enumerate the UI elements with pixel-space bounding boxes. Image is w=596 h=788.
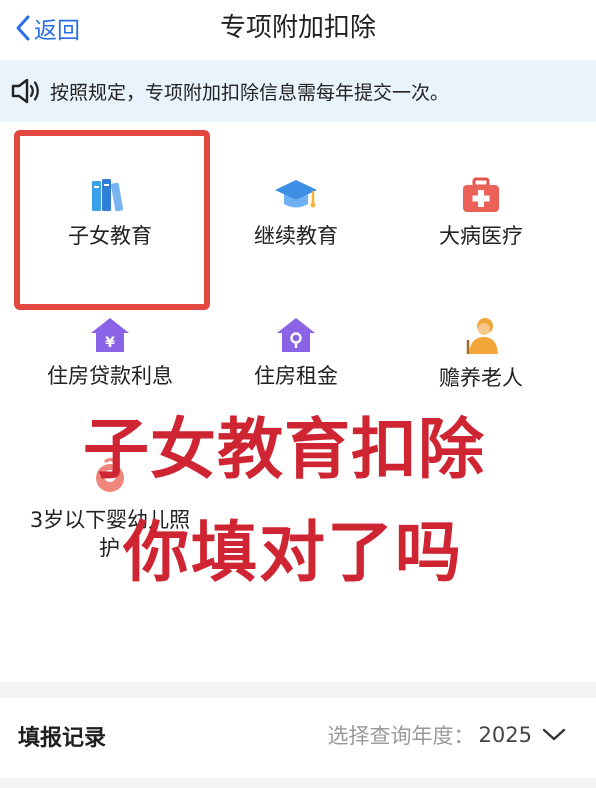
deduction-item-elderly-support[interactable]: 赡养老人 (388, 316, 574, 392)
speaker-icon (10, 78, 42, 104)
item-label: 住房租金 (254, 364, 338, 388)
item-label: 住房贷款利息 (47, 364, 173, 388)
chevron-down-icon (542, 728, 566, 741)
year-selector-label: 选择查询年度： (327, 724, 475, 748)
house-yuan-icon: ¥ (17, 316, 203, 354)
item-label: 赡养老人 (439, 366, 523, 390)
header-bar: 返回 专项附加扣除 (0, 0, 596, 58)
deduction-item-serious-illness[interactable]: 大病医疗 (388, 176, 574, 250)
overlay-caption-line2: 你填对了吗 (123, 514, 463, 591)
deduction-item-continuing-education[interactable]: 继续教育 (203, 176, 389, 250)
section-divider (0, 682, 596, 698)
highlight-box (14, 130, 210, 310)
medical-kit-icon (388, 176, 574, 214)
records-section: 填报记录 选择查询年度： 2025 (0, 698, 596, 778)
notice-banner: 按照规定，专项附加扣除信息需每年提交一次。 (0, 60, 596, 122)
svg-text:¥: ¥ (105, 335, 115, 351)
deduction-item-housing-rent[interactable]: 住房租金 (203, 316, 389, 390)
year-selector[interactable]: 选择查询年度： 2025 (328, 720, 566, 750)
bottom-divider (0, 778, 596, 788)
elderly-person-icon (388, 316, 574, 356)
year-selector-value: 2025 (478, 723, 532, 747)
item-label: 大病医疗 (439, 224, 523, 248)
item-label: 继续教育 (254, 224, 338, 248)
records-title: 填报记录 (18, 726, 107, 751)
notice-text: 按照规定，专项附加扣除信息需每年提交一次。 (50, 81, 450, 104)
overlay-caption-line1: 子女教育扣除 (83, 411, 485, 488)
deduction-item-housing-loan-interest[interactable]: ¥ 住房贷款利息 (17, 316, 203, 390)
graduation-cap-icon (203, 176, 389, 214)
house-key-icon (203, 316, 389, 354)
page-title: 专项附加扣除 (219, 13, 376, 43)
